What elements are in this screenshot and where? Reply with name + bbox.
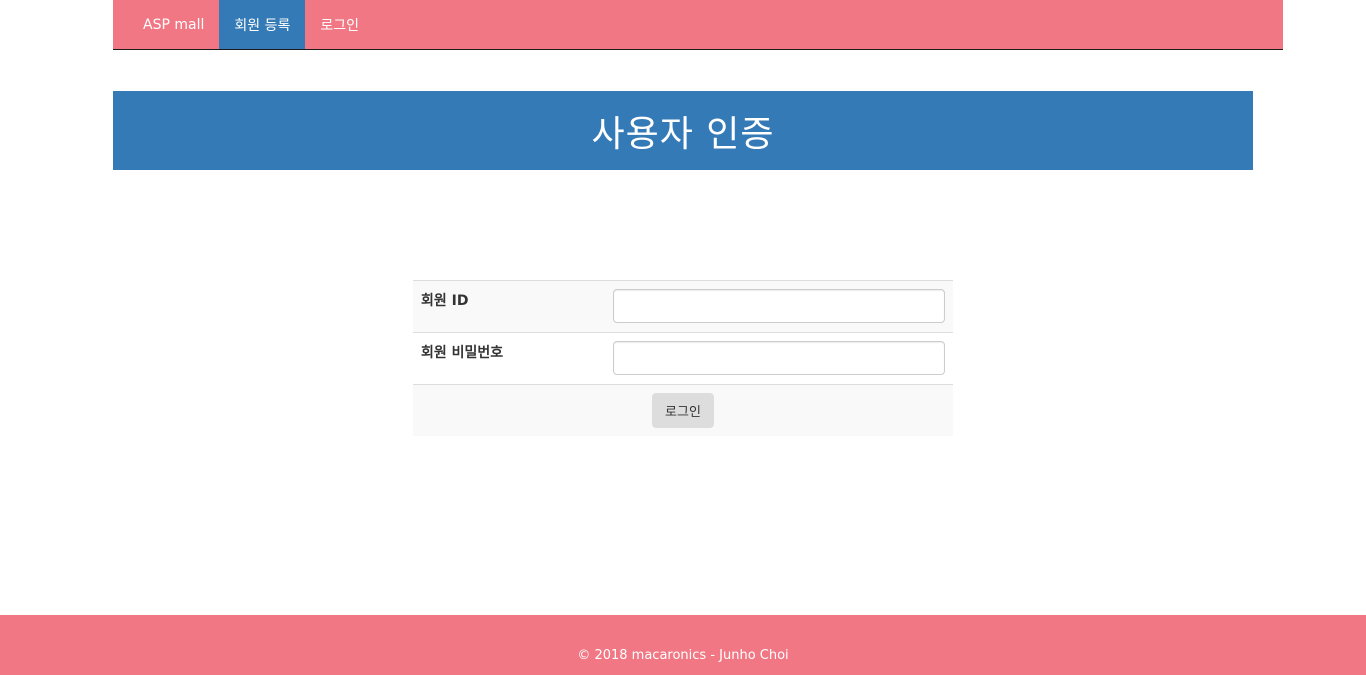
member-id-input[interactable] bbox=[613, 289, 945, 323]
table-row-password: 회원 비밀번호 bbox=[413, 332, 953, 385]
nav-item-register[interactable]: 회원 등록 bbox=[219, 0, 306, 49]
footer-copyright: © 2018 macaronics - Junho Choi bbox=[577, 648, 789, 663]
password-input-cell bbox=[605, 332, 953, 385]
footer: © 2018 macaronics - Junho Choi bbox=[0, 615, 1366, 675]
id-input-cell bbox=[605, 280, 953, 333]
password-label: 회원 비밀번호 bbox=[413, 332, 605, 385]
nav-item-login[interactable]: 로그인 bbox=[305, 0, 374, 49]
page-header: 사용자 인증 bbox=[113, 91, 1253, 170]
password-input[interactable] bbox=[613, 341, 945, 375]
page: ASP mall 회원 등록 로그인 사용자 인증 회원 ID 회원 비밀번호 … bbox=[0, 0, 1366, 675]
brand-link[interactable]: ASP mall bbox=[113, 0, 219, 49]
table-row-id: 회원 ID bbox=[413, 280, 953, 333]
login-form-table: 회원 ID 회원 비밀번호 로그인 bbox=[413, 280, 953, 436]
id-label: 회원 ID bbox=[413, 280, 605, 333]
page-title: 사용자 인증 bbox=[591, 113, 775, 155]
top-navbar: ASP mall 회원 등록 로그인 bbox=[113, 0, 1283, 50]
login-button[interactable]: 로그인 bbox=[652, 393, 714, 428]
table-row-submit: 로그인 bbox=[413, 384, 953, 436]
submit-cell: 로그인 bbox=[413, 384, 953, 436]
